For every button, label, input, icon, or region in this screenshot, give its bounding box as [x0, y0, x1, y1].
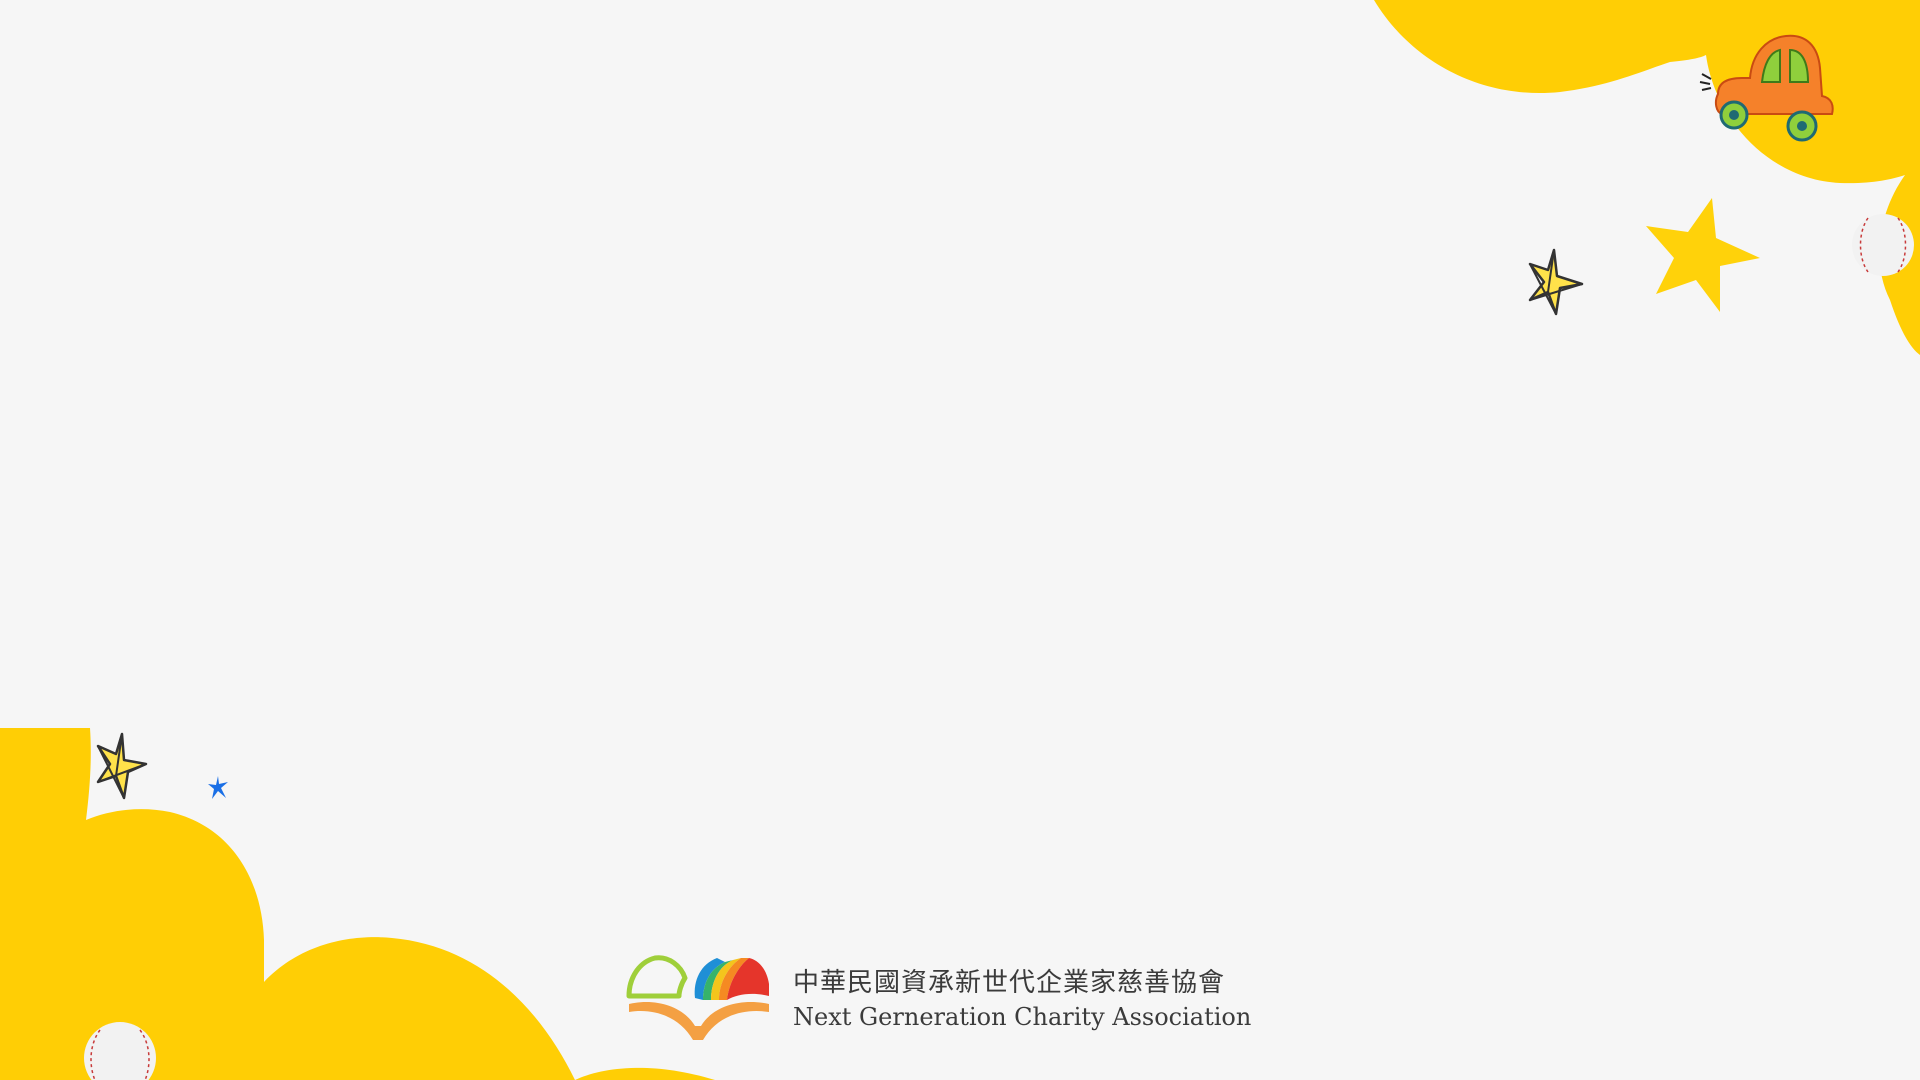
association-logo: 中華民國資承新世代企業家慈善協會 Next Gerneration Charit…: [625, 952, 1251, 1046]
sparkle-icon: [208, 776, 228, 799]
star-icon: [1646, 198, 1760, 312]
association-name-zh: 中華民國資承新世代企業家慈善協會: [793, 967, 1226, 998]
baseball-icon: [84, 1022, 156, 1080]
yellow-cloud-icon: [1374, 0, 1920, 355]
open-book-rainbow-icon: [626, 955, 769, 1040]
association-name-en: Next Gerneration Charity Association: [793, 1002, 1252, 1031]
outlined-star-icon: [96, 732, 148, 800]
outlined-star-icon: [1528, 248, 1584, 316]
logo-text: 中華民國資承新世代企業家慈善協會 Next Gerneration Charit…: [793, 970, 1251, 1029]
toy-car-icon: [1699, 34, 1834, 142]
slide-canvas: 中華民國資承新世代企業家慈善協會 Next Gerneration Charit…: [0, 0, 1920, 1080]
baseball-icon: [1852, 214, 1914, 276]
